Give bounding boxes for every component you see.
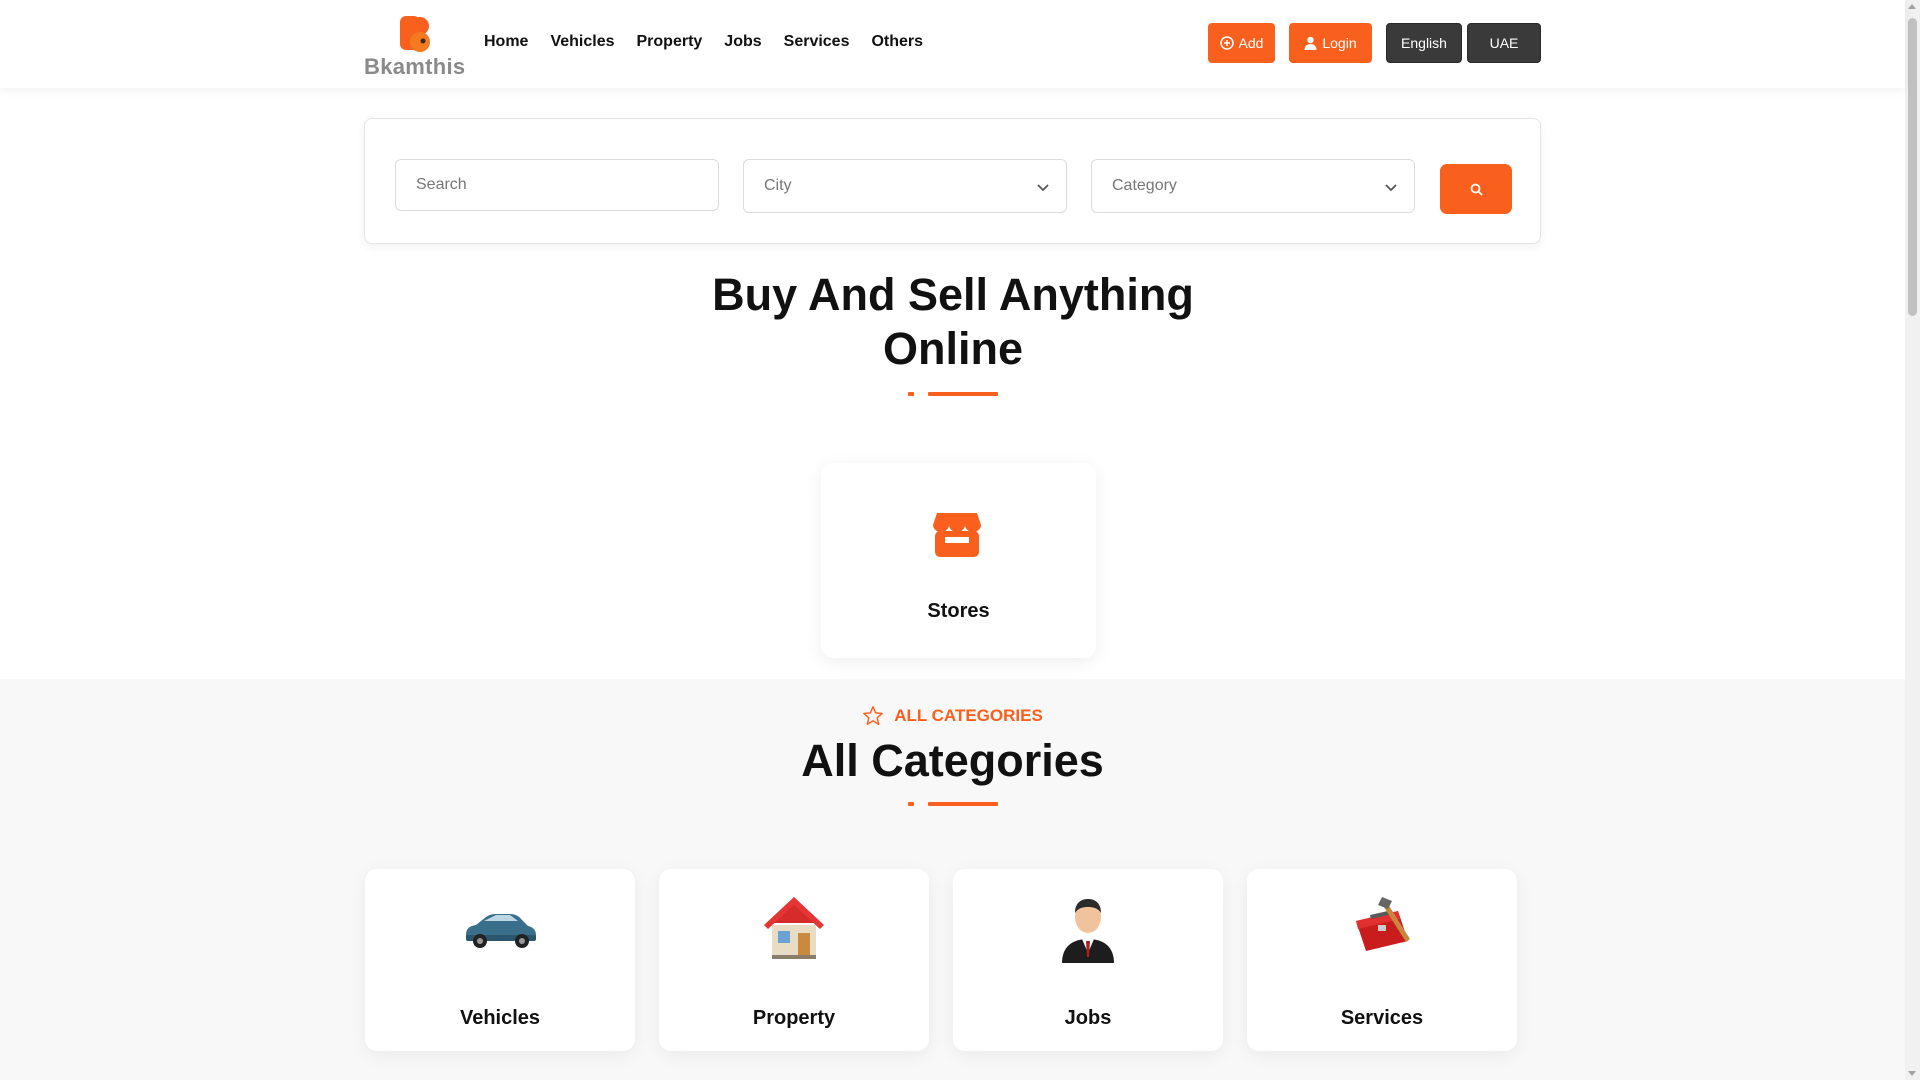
scroll-thumb[interactable] <box>1908 18 1917 316</box>
login-button-label: Login <box>1322 35 1357 51</box>
plus-circle-icon <box>1219 36 1234 50</box>
star-icon <box>863 706 884 725</box>
add-button[interactable]: Add <box>1208 23 1275 63</box>
login-button[interactable]: Login <box>1289 23 1372 63</box>
logo-mark-icon <box>400 16 430 52</box>
hero-title: Buy And Sell Anything Online <box>712 269 1194 374</box>
categories-kicker-label: ALL CATEGORIES <box>894 706 1043 725</box>
categories-section: ALL CATEGORIES All Categories Vehicles P… <box>0 679 1905 1080</box>
site-header: Bkamthis Home Vehicles Property Jobs Ser… <box>0 0 1905 88</box>
language-label: English <box>1401 35 1447 51</box>
nav-services[interactable]: Services <box>784 33 850 51</box>
house-icon <box>764 897 824 959</box>
category-label: Services <box>1340 1007 1424 1029</box>
store-icon <box>933 513 981 557</box>
category-label: Jobs <box>1064 1007 1112 1029</box>
category-card-services[interactable]: Services <box>1247 869 1517 1051</box>
categories-title: All Categories <box>801 735 1104 786</box>
page-scrollbar[interactable] <box>1905 0 1920 1080</box>
category-card-property[interactable]: Property <box>659 869 929 1051</box>
stores-label: Stores <box>927 600 990 622</box>
category-label: Property <box>752 1007 836 1029</box>
category-label: Vehicles <box>459 1007 541 1029</box>
chevron-down-icon <box>1037 184 1049 192</box>
category-select-label: Category <box>1112 177 1177 194</box>
user-icon <box>1304 36 1317 50</box>
city-select[interactable]: City <box>743 159 1067 213</box>
stores-card[interactable]: Stores <box>821 463 1096 658</box>
chevron-down-icon <box>1385 184 1397 192</box>
category-card-jobs[interactable]: Jobs <box>953 869 1223 1051</box>
businessman-icon <box>1062 899 1114 963</box>
nav-vehicles[interactable]: Vehicles <box>550 33 614 51</box>
toolbox-icon <box>1356 897 1410 951</box>
country-label: UAE <box>1489 35 1519 51</box>
category-select[interactable]: Category <box>1091 159 1415 213</box>
scroll-down-icon[interactable] <box>1908 1071 1916 1076</box>
nav-home[interactable]: Home <box>484 33 528 51</box>
language-selector[interactable]: English <box>1386 23 1462 63</box>
country-selector[interactable]: UAE <box>1467 23 1541 63</box>
categories-underline-bar <box>928 802 998 806</box>
search-input[interactable]: Search <box>395 159 719 211</box>
category-card-vehicles[interactable]: Vehicles <box>365 869 635 1051</box>
search-icon <box>1470 183 1483 196</box>
nav-others[interactable]: Others <box>871 33 923 51</box>
main-nav: Home Vehicles Property Jobs Services Oth… <box>484 33 923 51</box>
site-logo[interactable]: Bkamthis <box>364 14 468 79</box>
title-underline-dot <box>908 392 914 396</box>
car-icon <box>466 914 536 948</box>
search-panel: Search City Category <box>364 118 1541 244</box>
city-select-label: City <box>764 177 792 194</box>
categories-underline-dot <box>908 802 914 806</box>
nav-jobs[interactable]: Jobs <box>724 33 761 51</box>
search-button[interactable] <box>1440 164 1512 214</box>
title-underline-bar <box>928 392 998 396</box>
scroll-up-icon[interactable] <box>1908 4 1916 9</box>
add-button-label: Add <box>1238 35 1264 51</box>
logo-text: Bkamthis <box>364 54 466 79</box>
categories-kicker: ALL CATEGORIES <box>0 705 1905 727</box>
nav-property[interactable]: Property <box>637 33 703 51</box>
